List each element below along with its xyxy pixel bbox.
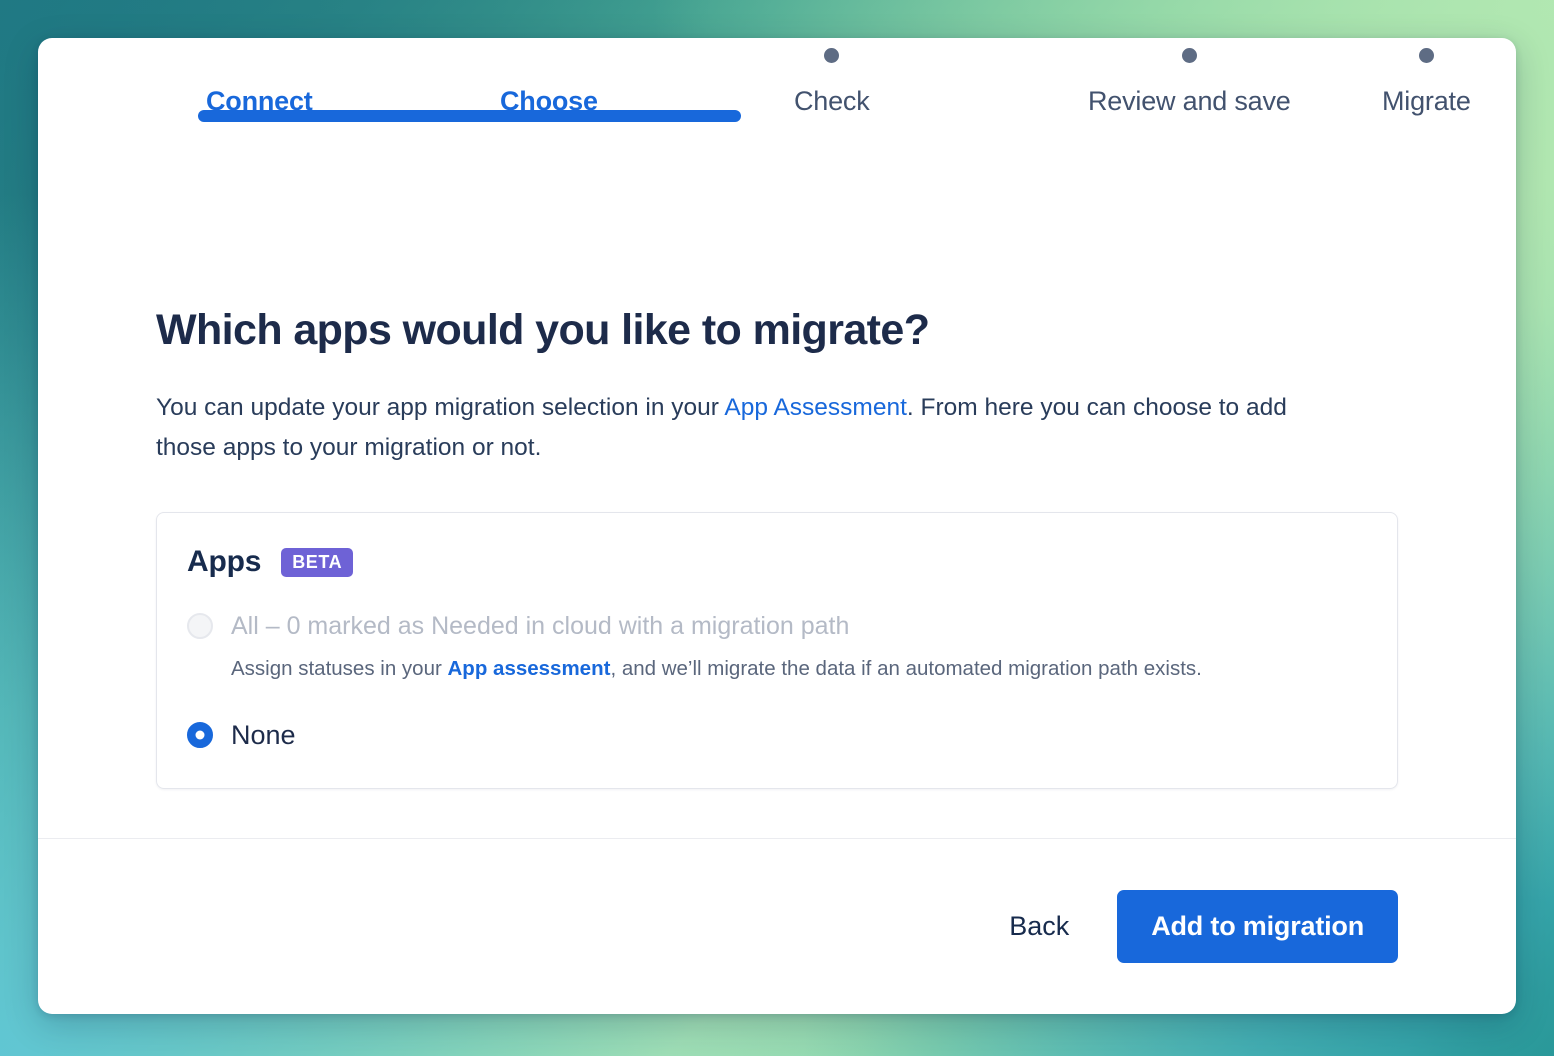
radio-all-help-after: , and we’ll migrate the data if an autom… xyxy=(610,657,1201,680)
stepper-step-connect[interactable]: Connect xyxy=(206,38,313,117)
migration-wizard-modal: Connect Choose Check Review and save Mig… xyxy=(38,38,1516,1014)
radio-all-input xyxy=(187,613,213,639)
page-title: Which apps would you like to migrate? xyxy=(156,306,1398,355)
wizard-footer: Back Add to migration xyxy=(38,838,1516,1014)
stepper-marker-review-and-save xyxy=(1182,38,1197,72)
radio-none-label: None xyxy=(231,720,296,750)
add-to-migration-button[interactable]: Add to migration xyxy=(1117,890,1398,963)
stepper-step-migrate[interactable]: Migrate xyxy=(1382,38,1471,117)
step-dot-icon xyxy=(824,48,839,63)
radio-option-all: All – 0 marked as Needed in cloud with a… xyxy=(187,611,1367,684)
radio-option-none[interactable]: None xyxy=(187,720,1367,750)
stepper-label-review-and-save: Review and save xyxy=(1088,86,1291,117)
stepper-marker-migrate xyxy=(1419,38,1434,72)
apps-panel-header: Apps BETA xyxy=(187,545,1367,579)
stepper-step-review-and-save[interactable]: Review and save xyxy=(1088,38,1291,117)
wizard-body: Which apps would you like to migrate? Yo… xyxy=(38,228,1516,838)
radio-all-label: All – 0 marked as Needed in cloud with a… xyxy=(231,611,1202,641)
apps-panel: Apps BETA All – 0 marked as Needed in cl… xyxy=(156,512,1398,789)
radio-all-help-before: Assign statuses in your xyxy=(231,657,448,680)
apps-panel-title: Apps xyxy=(187,545,261,579)
step-dot-icon xyxy=(1419,48,1434,63)
app-assessment-link[interactable]: App Assessment xyxy=(724,394,906,421)
stepper-marker-check xyxy=(824,38,839,72)
stepper-label-check: Check xyxy=(794,86,870,117)
wizard-stepper: Connect Choose Check Review and save Mig… xyxy=(38,38,1516,228)
stepper-label-migrate: Migrate xyxy=(1382,86,1471,117)
app-assessment-inline-link[interactable]: App assessment xyxy=(448,657,611,680)
stepper-step-choose[interactable]: Choose xyxy=(500,38,598,117)
back-button[interactable]: Back xyxy=(983,897,1095,956)
stepper-label-choose: Choose xyxy=(500,86,598,117)
page-intro: You can update your app migration select… xyxy=(156,388,1336,468)
step-dot-icon xyxy=(1182,48,1197,63)
beta-badge: BETA xyxy=(281,548,353,577)
radio-option-all-content: All – 0 marked as Needed in cloud with a… xyxy=(231,611,1202,684)
page-intro-text-before: You can update your app migration select… xyxy=(156,394,724,421)
stepper-step-check[interactable]: Check xyxy=(794,38,870,117)
radio-none-input[interactable] xyxy=(187,722,213,748)
stepper-label-connect: Connect xyxy=(206,86,313,117)
radio-all-help-text: Assign statuses in your App assessment, … xyxy=(231,653,1202,684)
